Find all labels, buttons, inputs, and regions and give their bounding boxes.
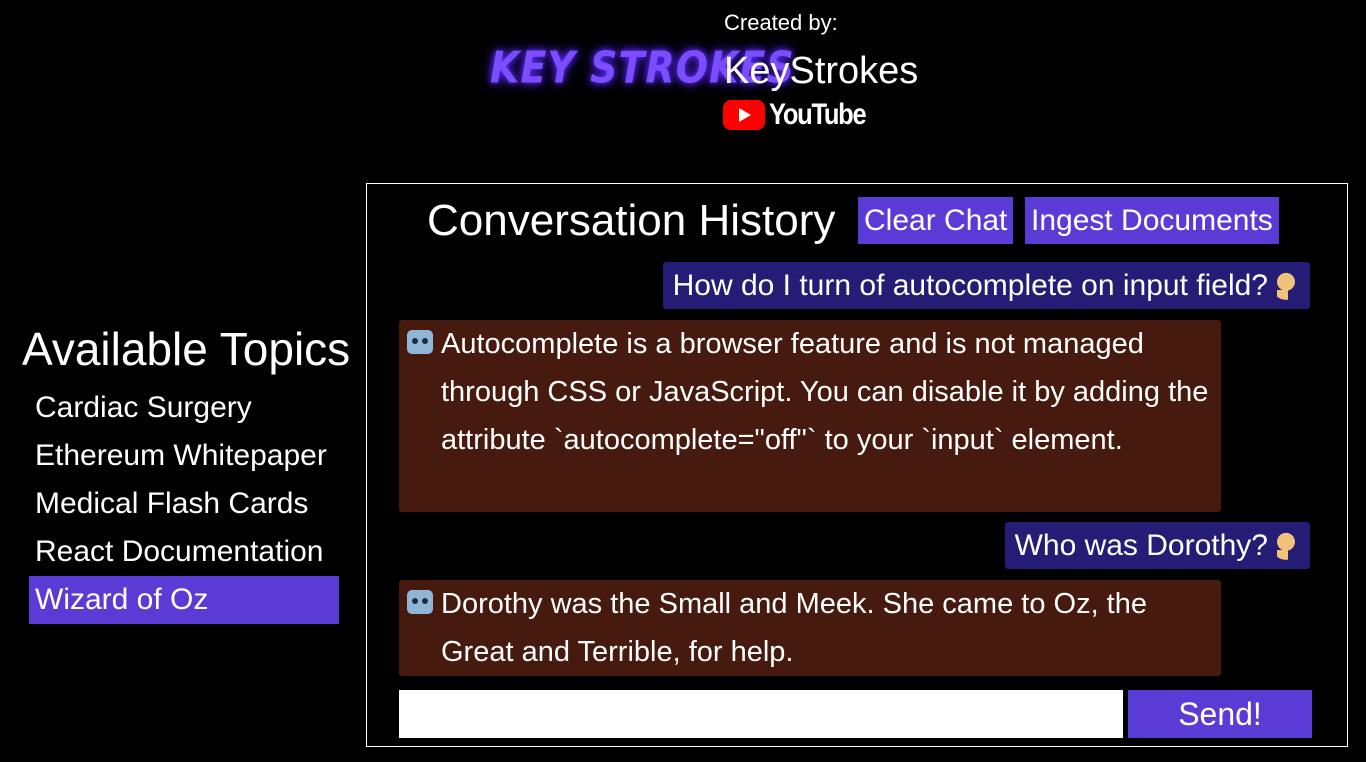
send-button[interactable]: Send! [1128, 690, 1312, 738]
robot-icon [407, 330, 433, 354]
robot-icon [407, 590, 433, 614]
clear-chat-button[interactable]: Clear Chat [858, 197, 1014, 244]
topic-item-medical-flash-cards[interactable]: Medical Flash Cards [29, 480, 339, 528]
ingest-documents-button[interactable]: Ingest Documents [1025, 197, 1279, 244]
bot-message-text: Autocomplete is a browser feature and is… [441, 328, 1209, 456]
bot-message: Dorothy was the Small and Meek. She came… [399, 580, 1221, 676]
youtube-link[interactable]: YouTube [723, 98, 882, 132]
creator-name[interactable]: KeyStrokes [724, 50, 918, 93]
topic-item-wizard-of-oz[interactable]: Wizard of Oz [29, 576, 339, 624]
user-message: How do I turn of autocomplete on input f… [662, 262, 1310, 309]
created-by-label: Created by: [724, 10, 838, 35]
user-message-text: Who was Dorothy? [1014, 529, 1268, 562]
user-message-text: How do I turn of autocomplete on input f… [672, 269, 1268, 302]
youtube-label: YouTube [769, 98, 867, 131]
youtube-play-icon [723, 100, 765, 130]
topic-item-cardiac-surgery[interactable]: Cardiac Surgery [29, 384, 339, 432]
topic-item-ethereum-whitepaper[interactable]: Ethereum Whitepaper [29, 432, 339, 480]
topic-list: Cardiac Surgery Ethereum Whitepaper Medi… [29, 384, 339, 624]
topics-title: Available Topics [22, 323, 351, 375]
person-shrugging-icon [1272, 272, 1300, 300]
user-message: Who was Dorothy? [1004, 522, 1310, 569]
person-shrugging-icon [1272, 532, 1300, 560]
chat-title: Conversation History [427, 196, 836, 245]
app-root: KEY STROKES Created by: KeyStrokes YouTu… [0, 0, 1366, 762]
message-input[interactable] [399, 690, 1123, 738]
bot-message-text: Dorothy was the Small and Meek. She came… [441, 588, 1147, 668]
topic-item-react-documentation[interactable]: React Documentation [29, 528, 339, 576]
bot-message: Autocomplete is a browser feature and is… [399, 320, 1221, 512]
chat-panel: Conversation History Clear Chat Ingest D… [366, 183, 1348, 747]
